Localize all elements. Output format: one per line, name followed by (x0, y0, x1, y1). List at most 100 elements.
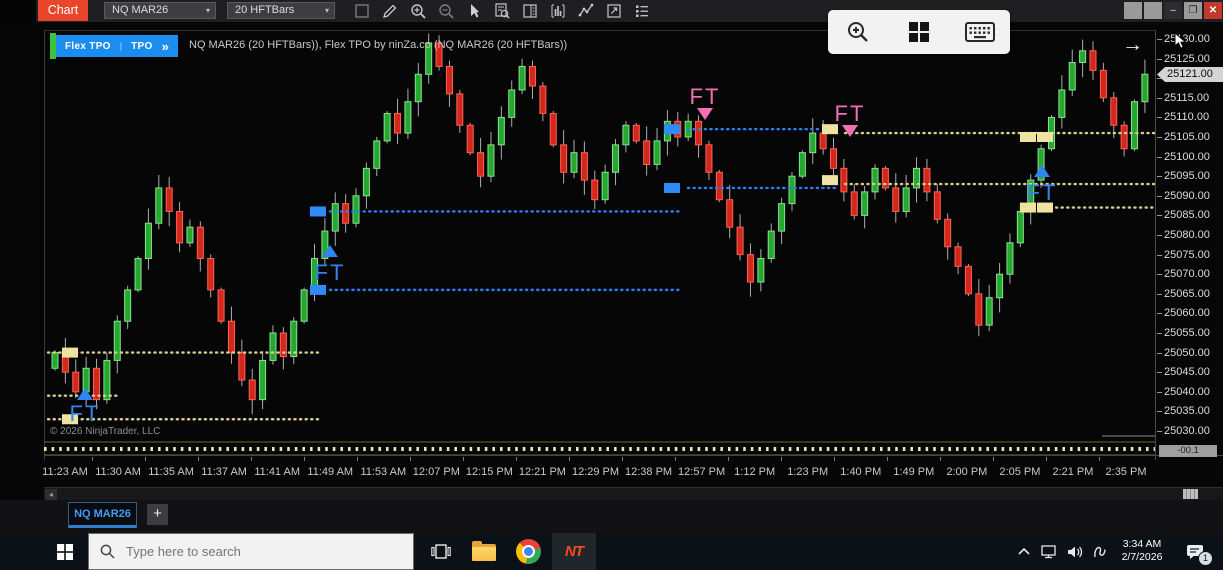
time-tick-label: 11:23 AM (37, 466, 93, 478)
time-tick-label: 2:21 PM (1045, 466, 1101, 478)
time-axis-tick (357, 457, 358, 461)
expand-chevron-icon[interactable]: » (162, 39, 169, 54)
time-tick-label: 11:49 AM (302, 466, 358, 478)
price-axis[interactable]: 25130.0025125.0025120.0025115.0025110.00… (1155, 30, 1223, 460)
close-button[interactable]: ✕ (1204, 2, 1222, 19)
grid-squares-icon[interactable] (899, 14, 939, 50)
task-view-button[interactable] (420, 533, 462, 570)
price-tick-label: 25115.00 (1164, 91, 1209, 105)
time-tick-label: 12:07 PM (408, 466, 464, 478)
windows-ink-button[interactable] (1088, 533, 1112, 570)
flex-tpo-button[interactable]: Flex TPO (65, 41, 111, 52)
cursor-pointer-icon[interactable] (464, 2, 483, 21)
zoom-in-icon[interactable] (408, 2, 427, 21)
indicator-list-icon[interactable] (632, 2, 651, 21)
time-tick-label: 2:35 PM (1098, 466, 1154, 478)
draw-pencil-icon[interactable] (380, 2, 399, 21)
price-tick-label: 25110.00 (1164, 110, 1209, 124)
search-input[interactable] (124, 543, 388, 560)
time-axis[interactable]: 11:23 AM11:30 AM11:35 AM11:37 AM11:41 AM… (44, 455, 1223, 487)
taskbar-search[interactable] (88, 533, 414, 570)
price-chart-plot[interactable]: FTFTFTFTFT (44, 30, 1155, 460)
file-explorer-button[interactable] (462, 533, 506, 570)
window-extra-button[interactable] (1144, 2, 1162, 19)
price-tick-label: 25065.00 (1164, 287, 1210, 301)
taskbar-clock[interactable]: 3:34 AM 2/7/2026 (1112, 533, 1172, 570)
tab-nq-mar26[interactable]: NQ MAR26 (68, 502, 137, 528)
restore-button[interactable]: ❐ (1184, 2, 1202, 19)
time-tick-label: 11:37 AM (196, 466, 252, 478)
bar-type-icon[interactable] (548, 2, 567, 21)
scroll-left-arrow[interactable]: ◂ (45, 489, 57, 500)
magnifier-plus-icon[interactable] (838, 14, 878, 50)
candlestick-series (52, 34, 1148, 415)
interval-dropdown[interactable]: 20 HFTBars ▾ (227, 2, 335, 19)
time-axis-tick (145, 457, 146, 461)
touch-keyboard-icon[interactable] (960, 14, 1000, 50)
time-axis-tick (940, 457, 941, 461)
price-tick-label: 25060.00 (1164, 306, 1210, 320)
ninjatrader-button[interactable]: NT (552, 533, 596, 570)
price-tick-label: 25075.00 (1164, 248, 1210, 262)
time-axis-tick (1099, 457, 1100, 461)
interval-value: 20 HFTBars (235, 2, 294, 19)
chrome-icon (516, 539, 541, 564)
tray-chevron-button[interactable] (1012, 533, 1036, 570)
price-tick-label: 25045.00 (1164, 365, 1210, 379)
chevron-up-icon (1017, 546, 1031, 557)
data-box-icon[interactable] (492, 2, 511, 21)
time-axis-tick (304, 457, 305, 461)
copyright-watermark: © 2026 NinjaTrader, LLC (50, 426, 160, 437)
time-axis-tick (410, 457, 411, 461)
network-button[interactable] (1036, 533, 1062, 570)
price-tick-label: 25035.00 (1164, 404, 1210, 418)
time-axis-tick (463, 457, 464, 461)
svg-text:FT: FT (70, 401, 101, 426)
time-axis-tick (516, 457, 517, 461)
flex-tpo-toolbar[interactable]: Flex TPO | TPO » (50, 35, 178, 57)
horizontal-scrollbar[interactable]: ◂ (44, 487, 1223, 501)
window-titlebar[interactable]: Chart NQ MAR26 ▾ 20 HFTBars ▾ – ❐ ✕ (0, 0, 1223, 23)
zoom-out-icon[interactable] (436, 2, 455, 21)
price-tick-label: 25095.00 (1164, 169, 1210, 183)
tpo-button[interactable]: TPO (131, 41, 152, 52)
region-square-icon[interactable] (352, 2, 371, 21)
price-tick-label: 25040.00 (1164, 385, 1210, 399)
chart-menu-button[interactable]: Chart (38, 0, 88, 21)
svg-text:FT: FT (835, 101, 866, 126)
time-axis-tick (675, 457, 676, 461)
price-tick-label: 25080.00 (1164, 228, 1210, 242)
windows-logo-icon (57, 544, 73, 560)
window-extra-button[interactable] (1124, 2, 1142, 19)
add-tab-button[interactable]: + (147, 504, 168, 525)
chrome-button[interactable] (506, 533, 550, 570)
time-axis-tick (887, 457, 888, 461)
start-button[interactable] (44, 533, 86, 570)
scroll-resize-grip[interactable] (1183, 489, 1198, 499)
chart-properties-icon[interactable] (604, 2, 623, 21)
price-tick-label: 25030.00 (1164, 424, 1210, 438)
price-tick-label: 25085.00 (1164, 208, 1210, 222)
windows-taskbar: NT 3:34 AM 2/7/2026 1 (0, 533, 1223, 570)
action-center-button[interactable]: 1 (1176, 533, 1216, 570)
search-icon (100, 544, 115, 559)
folder-icon (472, 544, 496, 561)
drawing-line-icon[interactable] (576, 2, 595, 21)
minimize-button[interactable]: – (1164, 2, 1182, 19)
lower-panel-value: -00.1 (1159, 445, 1217, 457)
price-tick-label: 25055.00 (1164, 326, 1210, 340)
chart-trader-icon[interactable] (520, 2, 539, 21)
last-price-tag: 25121.00 (1157, 67, 1223, 82)
instrument-dropdown[interactable]: NQ MAR26 ▾ (104, 2, 216, 19)
time-tick-label: 11:41 AM (249, 466, 305, 478)
svg-text:FT: FT (1027, 180, 1058, 205)
volume-button[interactable] (1062, 533, 1088, 570)
goto-latest-arrow[interactable]: → (1122, 33, 1143, 57)
time-axis-tick (993, 457, 994, 461)
overlay-capture-toolbar[interactable] (828, 10, 1010, 54)
time-tick-label: 12:21 PM (514, 466, 570, 478)
chevron-down-icon: ▾ (206, 2, 210, 19)
window-controls: – ❐ ✕ (1124, 2, 1222, 19)
price-tick-label: 25050.00 (1164, 346, 1210, 360)
time-axis-tick (251, 457, 252, 461)
